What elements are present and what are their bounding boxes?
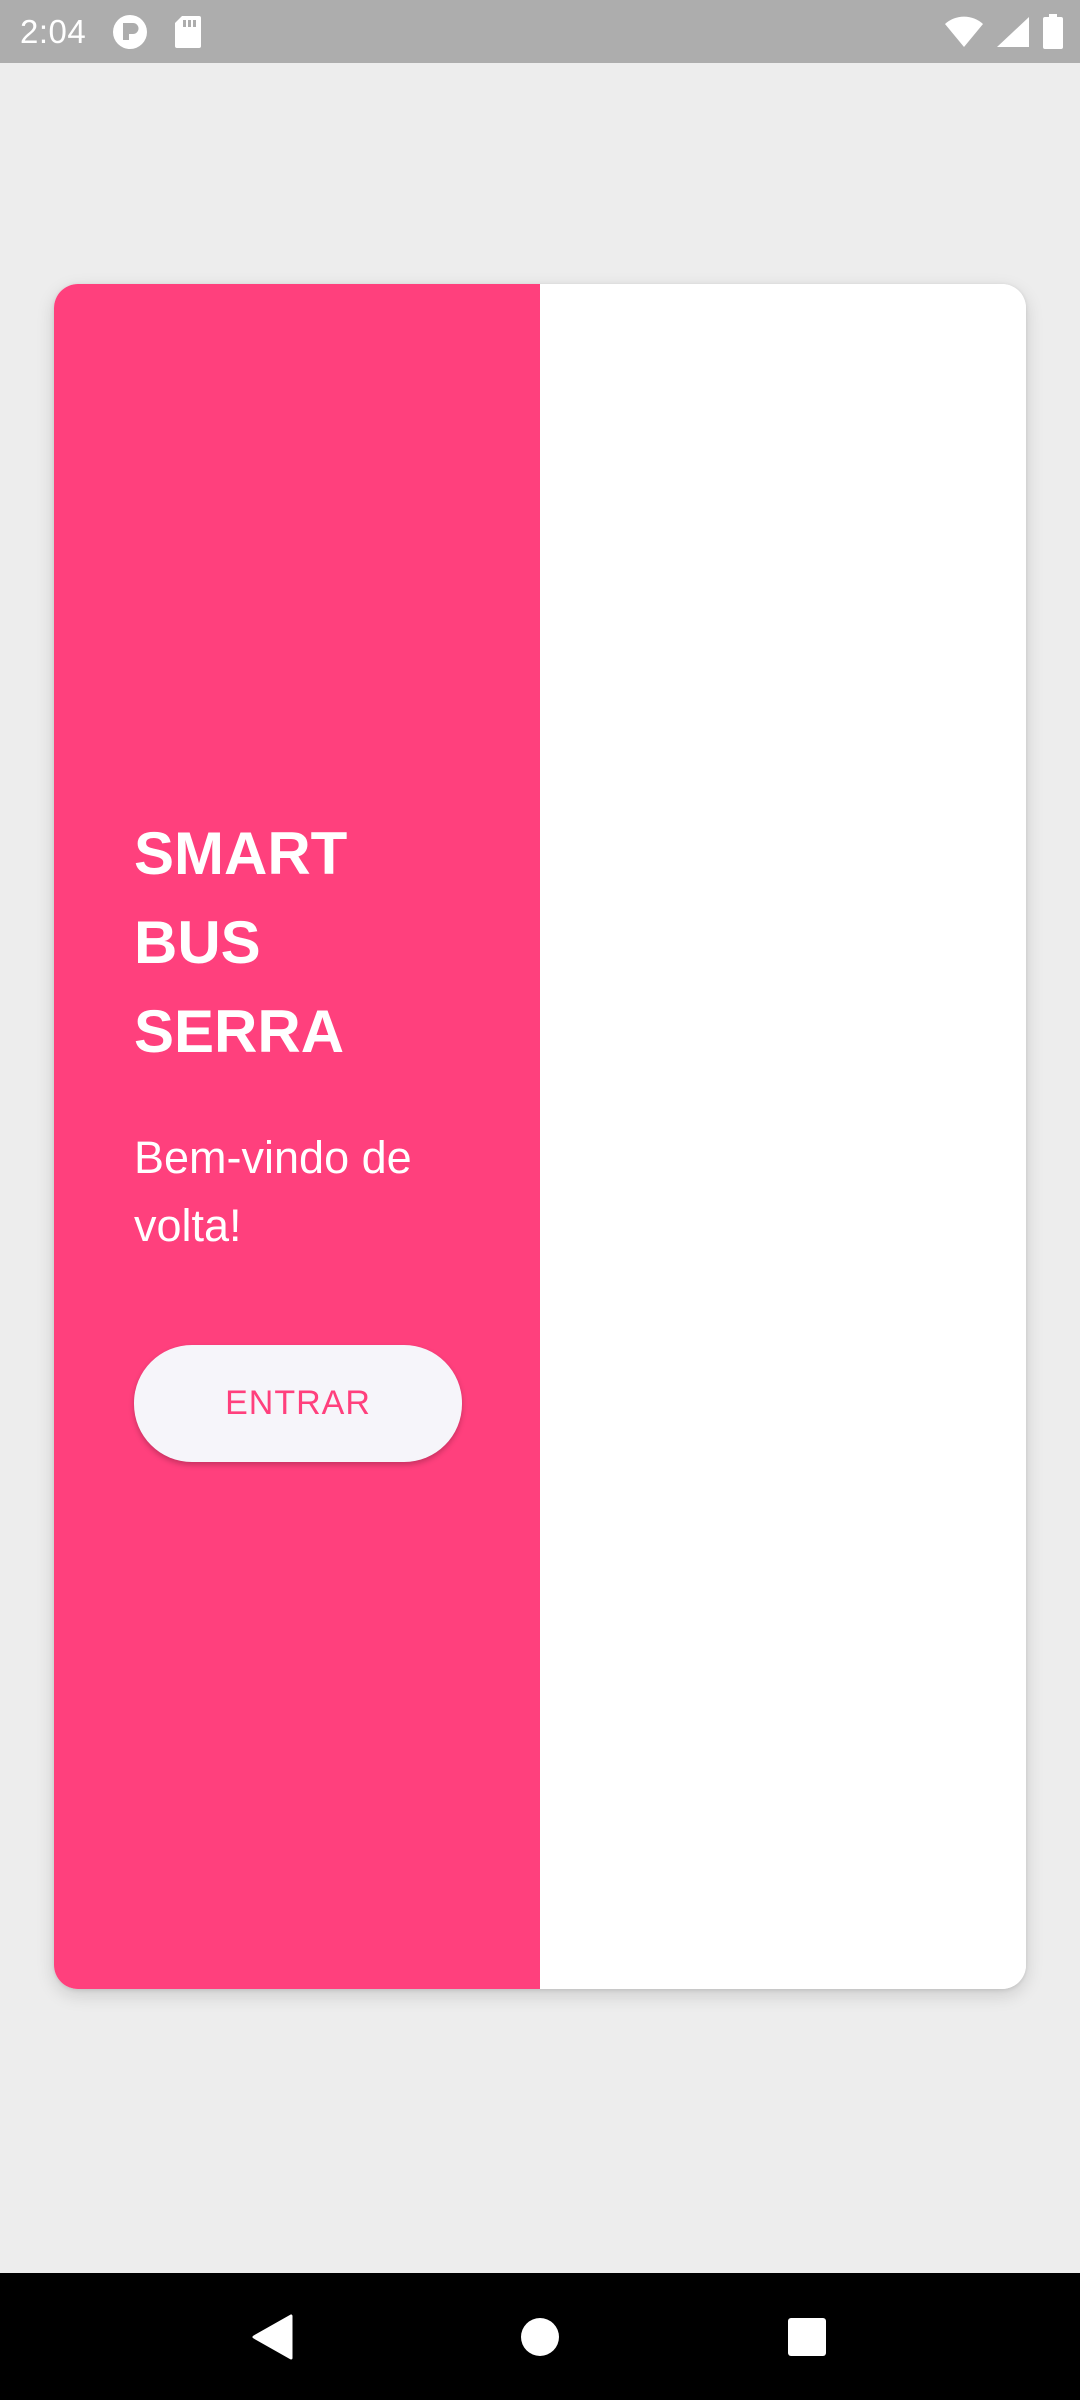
auth-card: SMART BUS SERRA Bem-vindo de volta! ENTR… <box>54 284 1026 1989</box>
app-title-line-3: SERRA <box>134 998 345 1065</box>
enter-button[interactable]: ENTRAR <box>134 1345 462 1462</box>
welcome-text: Bem-vindo de volta! <box>134 1132 412 1251</box>
status-time: 2:04 <box>20 12 87 50</box>
cell-signal-icon <box>996 16 1030 48</box>
app-title-line-2: BUS <box>134 909 261 976</box>
recents-icon <box>787 2317 826 2356</box>
recents-button[interactable] <box>767 2297 847 2377</box>
status-left: 2:04 <box>20 13 202 51</box>
p-circle-icon <box>112 14 148 50</box>
app-title-line-1: SMART <box>134 820 348 887</box>
status-bar: 2:04 <box>0 0 1080 63</box>
back-icon <box>252 2314 293 2359</box>
status-right <box>944 13 1064 50</box>
welcome-panel: SMART BUS SERRA Bem-vindo de volta! ENTR… <box>54 284 540 1989</box>
wifi-icon <box>944 16 984 48</box>
battery-icon <box>1042 13 1064 50</box>
blank-panel <box>540 284 1026 1989</box>
app-title: SMART BUS SERRA <box>134 809 494 1076</box>
navigation-bar <box>0 2273 1080 2400</box>
home-icon <box>520 2317 559 2356</box>
sd-card-icon <box>174 15 202 49</box>
home-button[interactable] <box>500 2297 580 2377</box>
back-button[interactable] <box>233 2297 313 2377</box>
